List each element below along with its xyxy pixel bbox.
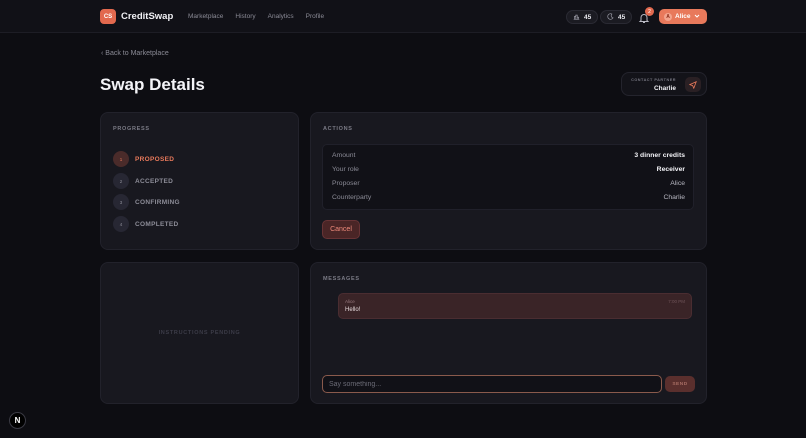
- stat-credits[interactable]: 45: [566, 10, 599, 24]
- detail-key: Your role: [332, 166, 359, 173]
- user-name: Alice: [675, 13, 691, 20]
- step-confirming: 3 CONFIRMING: [113, 194, 180, 210]
- detail-value: Receiver: [656, 166, 685, 173]
- detail-row-proposer: Proposer Alice: [332, 180, 685, 190]
- step-accepted: 2 ACCEPTED: [113, 173, 173, 189]
- main-nav: Marketplace History Analytics Profile: [188, 13, 324, 20]
- contact-partner-card[interactable]: CONTACT PARTNER Charlie: [621, 72, 707, 96]
- logo-badge[interactable]: CS: [100, 9, 116, 24]
- cancel-button[interactable]: Cancel: [322, 220, 360, 239]
- detail-row-amount: Amount 3 dinner credits: [332, 152, 685, 162]
- message-sender: Alice: [345, 299, 355, 304]
- step-label: ACCEPTED: [135, 177, 174, 185]
- contact-partner-label: CONTACT PARTNER: [631, 78, 676, 82]
- detail-key: Amount: [332, 152, 356, 159]
- detail-row-counterparty: Counterparty Charlie: [332, 194, 685, 204]
- back-link[interactable]: ‹ Back to Marketplace: [101, 50, 169, 57]
- avatar: A: [664, 12, 672, 21]
- messages-heading: MESSAGES: [323, 276, 360, 282]
- messages-card: MESSAGES Alice 7:00 PM Hello! SEND: [310, 262, 707, 404]
- detail-key: Proposer: [332, 180, 360, 187]
- detail-row-role: Your role Receiver: [332, 166, 685, 176]
- message-time: 7:00 PM: [668, 299, 685, 304]
- nav-history[interactable]: History: [235, 13, 255, 20]
- detail-value: 3 dinner credits: [634, 152, 685, 159]
- swap-details-panel: Amount 3 dinner credits Your role Receiv…: [322, 144, 694, 210]
- back-link-label: Back to Marketplace: [105, 50, 169, 57]
- step-number: 4: [113, 216, 129, 232]
- nav-marketplace[interactable]: Marketplace: [188, 13, 223, 20]
- step-label: CONFIRMING: [135, 198, 180, 206]
- dev-tools-badge[interactable]: N: [9, 412, 26, 429]
- page-title: Swap Details: [100, 75, 205, 94]
- step-number: 3: [113, 194, 129, 210]
- progress-card: PROGRESS 1 PROPOSED 2 ACCEPTED 3 CONFIRM…: [100, 112, 299, 250]
- medal-icon: [573, 13, 580, 22]
- nav-analytics[interactable]: Analytics: [268, 13, 294, 20]
- detail-value: Alice: [670, 180, 685, 187]
- step-label: COMPLETED: [135, 220, 179, 228]
- message-text: Hello!: [345, 307, 361, 313]
- detail-key: Counterparty: [332, 194, 372, 201]
- step-number: 2: [113, 173, 129, 189]
- contact-partner-name: Charlie: [653, 85, 676, 92]
- stat-meals-value: 45: [618, 13, 626, 21]
- chevron-left-icon: ‹: [101, 50, 104, 57]
- detail-value: Charlie: [663, 194, 685, 201]
- send-icon[interactable]: [685, 77, 701, 92]
- step-proposed: 1 PROPOSED: [113, 151, 174, 167]
- send-button[interactable]: SEND: [665, 376, 695, 392]
- instructions-card: INSTRUCTIONS PENDING: [100, 262, 299, 404]
- actions-heading: ACTIONS: [323, 126, 353, 132]
- user-menu-button[interactable]: A Alice: [659, 9, 707, 24]
- nav-profile[interactable]: Profile: [306, 13, 324, 20]
- step-label: PROPOSED: [135, 155, 175, 163]
- stat-meals[interactable]: 45: [600, 10, 633, 24]
- progress-heading: PROGRESS: [113, 126, 150, 132]
- notification-badge: 2: [645, 7, 654, 16]
- message-input[interactable]: [322, 375, 662, 393]
- step-number: 1: [113, 151, 129, 167]
- moon-icon: [607, 12, 614, 22]
- message-bubble: Alice 7:00 PM Hello!: [338, 293, 692, 319]
- top-navbar: CS CreditSwap Marketplace History Analyt…: [0, 0, 806, 33]
- instructions-pending-label: INSTRUCTIONS PENDING: [158, 330, 241, 336]
- step-completed: 4 COMPLETED: [113, 216, 179, 232]
- actions-card: ACTIONS Amount 3 dinner credits Your rol…: [310, 112, 707, 250]
- app-name[interactable]: CreditSwap: [121, 11, 173, 22]
- chevron-down-icon: [694, 13, 700, 21]
- stat-credits-value: 45: [584, 13, 592, 21]
